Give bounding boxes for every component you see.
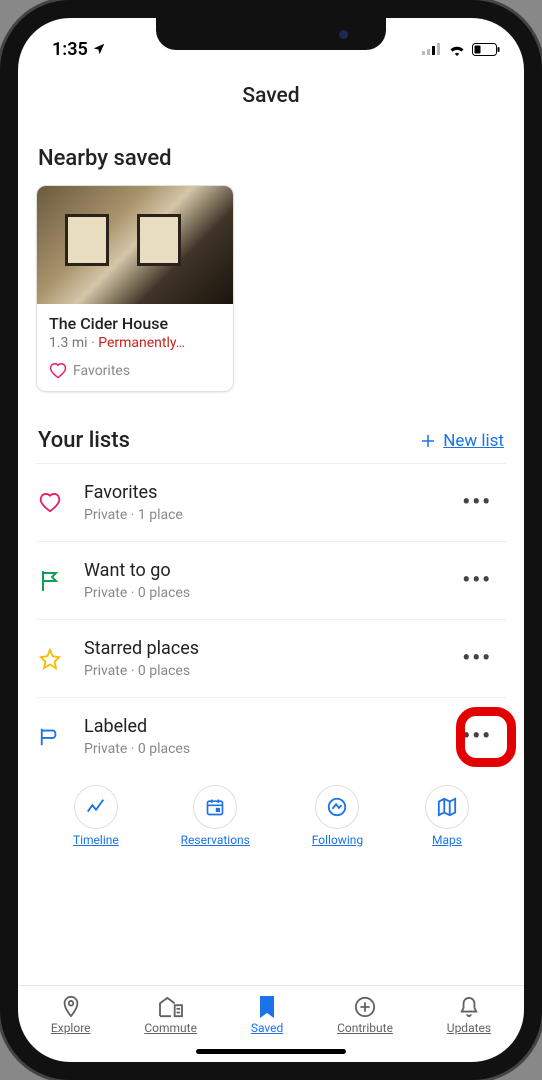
notch	[156, 18, 386, 50]
content-area: Nearby saved The Cider House 1.3 mi · Pe…	[18, 128, 524, 985]
more-options-button[interactable]: •••	[454, 642, 500, 675]
nav-label: Saved	[251, 1021, 283, 1035]
nav-label: Contribute	[337, 1021, 393, 1035]
nav-label: Explore	[51, 1021, 91, 1035]
more-options-button[interactable]: •••	[454, 720, 500, 753]
location-arrow-icon	[92, 42, 106, 56]
chip-label: Maps	[432, 833, 462, 847]
bottom-nav: Explore Commute Saved Contribute Updates	[18, 985, 524, 1043]
follow-icon	[326, 796, 348, 818]
list-name: Labeled	[84, 716, 190, 737]
card-body: The Cider House 1.3 mi · Permanently… Fa…	[37, 304, 233, 391]
nav-updates[interactable]: Updates	[447, 996, 491, 1035]
list-item-starred[interactable]: Starred places Private · 0 places •••	[36, 619, 506, 697]
list-item-favorites[interactable]: Favorites Private · 1 place •••	[36, 463, 506, 541]
phone-frame: 1:35 Saved Nearby saved The Cider House …	[0, 0, 542, 1080]
plus-icon	[419, 432, 437, 450]
your-lists-header: Your lists New list	[38, 428, 504, 453]
home-indicator[interactable]	[196, 1049, 346, 1054]
map-icon	[436, 797, 458, 817]
chip-following[interactable]: Following	[312, 785, 363, 847]
flag-icon	[38, 570, 62, 592]
place-name: The Cider House	[49, 314, 221, 333]
trend-icon	[85, 796, 107, 818]
bookmark-icon	[258, 996, 276, 1018]
commute-icon	[158, 996, 184, 1018]
nav-commute[interactable]: Commute	[144, 996, 197, 1035]
chip-maps[interactable]: Maps	[425, 785, 469, 847]
label-icon	[38, 726, 62, 748]
list-name: Want to go	[84, 560, 190, 581]
nav-explore[interactable]: Explore	[51, 994, 91, 1035]
pin-icon	[60, 994, 82, 1018]
card-list-row: Favorites	[49, 363, 221, 379]
battery-icon	[472, 43, 500, 56]
nav-saved[interactable]: Saved	[251, 996, 283, 1035]
wifi-icon	[448, 43, 466, 56]
nearby-card[interactable]: The Cider House 1.3 mi · Permanently… Fa…	[36, 185, 234, 392]
list-item-labeled[interactable]: Labeled Private · 0 places •••	[36, 697, 506, 775]
list-item-want-to-go[interactable]: Want to go Private · 0 places •••	[36, 541, 506, 619]
list-name: Favorites	[84, 482, 183, 503]
list-meta: Private · 0 places	[84, 663, 199, 679]
chip-reservations[interactable]: Reservations	[181, 785, 250, 847]
nav-label: Updates	[447, 1021, 491, 1035]
chip-timeline[interactable]: Timeline	[73, 785, 119, 847]
screen: 1:35 Saved Nearby saved The Cider House …	[18, 18, 524, 1062]
list-meta: Private · 1 place	[84, 507, 183, 523]
list-name: Starred places	[84, 638, 199, 659]
status-indicators	[422, 43, 500, 56]
place-subtitle: 1.3 mi · Permanently…	[49, 335, 221, 351]
status-time-group: 1:35	[52, 39, 106, 60]
place-thumbnail	[37, 186, 233, 304]
chip-label: Following	[312, 833, 363, 847]
more-options-button[interactable]: •••	[454, 564, 500, 597]
heart-icon	[49, 363, 67, 379]
new-list-label: New list	[443, 431, 504, 451]
new-list-button[interactable]: New list	[419, 431, 504, 451]
nav-contribute[interactable]: Contribute	[337, 996, 393, 1035]
status-time: 1:35	[52, 39, 88, 60]
chips-row: Timeline Reservations Following Maps	[36, 775, 506, 847]
nav-label: Commute	[144, 1021, 197, 1035]
chip-label: Timeline	[73, 833, 119, 847]
more-options-button[interactable]: •••	[454, 486, 500, 519]
chip-label: Reservations	[181, 833, 250, 847]
plus-circle-icon	[354, 996, 376, 1018]
card-list-label: Favorites	[73, 363, 130, 379]
place-distance: 1.3 mi	[49, 335, 88, 351]
list-meta: Private · 0 places	[84, 585, 190, 601]
your-lists-title: Your lists	[38, 428, 130, 453]
calendar-icon	[205, 797, 225, 817]
cellular-icon	[422, 43, 442, 55]
heart-icon	[38, 493, 62, 513]
list-meta: Private · 0 places	[84, 741, 190, 757]
place-status: Permanently…	[98, 335, 185, 351]
bell-icon	[459, 996, 479, 1018]
nearby-saved-title: Nearby saved	[38, 146, 506, 171]
star-icon	[38, 648, 62, 670]
page-title: Saved	[18, 62, 524, 128]
separator: ·	[88, 335, 99, 351]
